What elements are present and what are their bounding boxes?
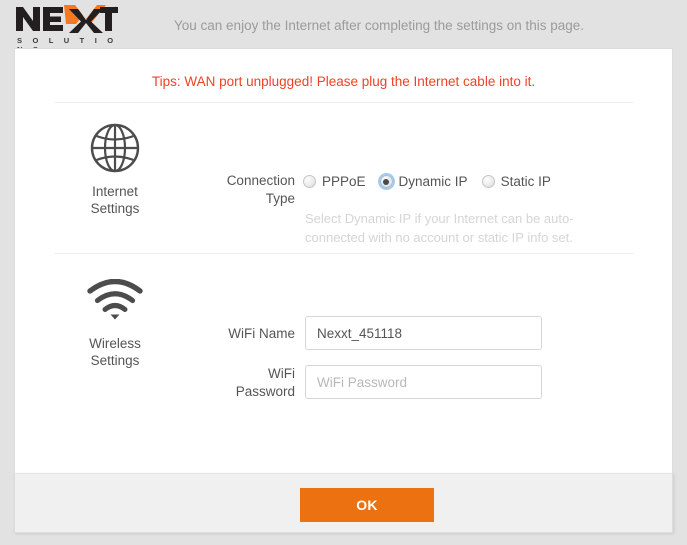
radio-label-pppoe: PPPoE (322, 174, 366, 189)
page-header: S O L U T I O N S You can enjoy the Inte… (0, 0, 687, 54)
connection-type-hint: Select Dynamic IP if your Internet can b… (305, 211, 574, 245)
wifi-name-input[interactable] (305, 316, 542, 350)
logo-wordmark (14, 5, 118, 33)
wifi-password-input[interactable] (305, 365, 542, 399)
connection-type-label-line2: Type (265, 191, 295, 206)
wifi-password-label: WiFi Password (195, 365, 295, 401)
internet-settings-title-line1: Internet (92, 184, 138, 199)
wireless-settings-title: Wireless Settings (60, 335, 170, 369)
divider-middle (55, 253, 633, 254)
header-note: You can enjoy the Internet after complet… (174, 18, 585, 33)
radio-indicator-static-ip[interactable] (481, 175, 495, 188)
divider-top (55, 102, 633, 103)
wan-warning-message: Tips: WAN port unplugged! Please plug th… (151, 74, 536, 89)
nexxt-logo: S O L U T I O N S (14, 5, 124, 54)
wifi-name-label: WiFi Name (228, 326, 295, 341)
connection-type-radio-group[interactable]: PPPoE Dynamic IP Static IP (303, 174, 551, 189)
radio-option-pppoe[interactable]: PPPoE (303, 174, 366, 189)
settings-card: Tips: WAN port unplugged! Please plug th… (14, 48, 673, 473)
internet-settings-title-line2: Settings (90, 201, 140, 216)
connection-type-label: Connection Type (195, 172, 295, 208)
connection-type-label-line1: Connection (226, 173, 295, 188)
globe-icon (60, 119, 170, 177)
nexxt-logo-icon (16, 5, 118, 33)
internet-settings-title: Internet Settings (60, 183, 170, 217)
radio-indicator-pppoe[interactable] (303, 175, 316, 188)
radio-option-static-ip[interactable]: Static IP (481, 174, 551, 189)
wifi-password-label-line1: WiFi (268, 366, 295, 381)
radio-label-static-ip: Static IP (500, 174, 551, 189)
wireless-settings-icon-column: Wireless Settings (60, 271, 170, 369)
wifi-password-label-line2: Password (235, 384, 295, 399)
wireless-settings-title-line1: Wireless (89, 336, 141, 351)
ok-button[interactable]: OK (300, 488, 434, 522)
wireless-settings-title-line2: Settings (90, 353, 140, 368)
radio-label-dynamic-ip: Dynamic IP (398, 174, 468, 189)
radio-option-dynamic-ip[interactable]: Dynamic IP (379, 174, 468, 189)
wifi-icon (60, 271, 170, 329)
radio-indicator-dynamic-ip[interactable] (379, 175, 393, 188)
internet-settings-icon-column: Internet Settings (60, 119, 170, 217)
